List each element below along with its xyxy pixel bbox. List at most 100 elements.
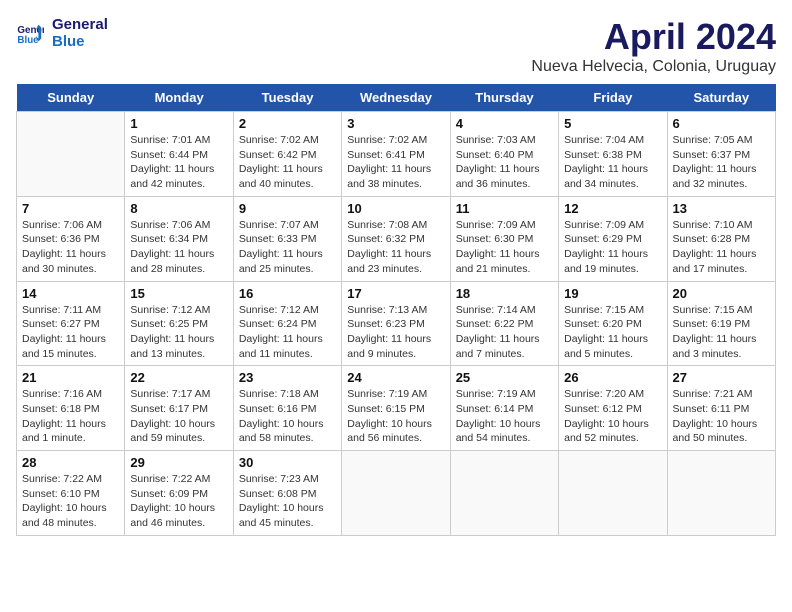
- day-cell: 18 Sunrise: 7:14 AM Sunset: 6:22 PM Dayli…: [450, 281, 558, 366]
- day-info: Sunrise: 7:19 AM Sunset: 6:14 PM Dayligh…: [456, 387, 553, 446]
- day-info: Sunrise: 7:09 AM Sunset: 6:29 PM Dayligh…: [564, 218, 661, 277]
- day-cell: 3 Sunrise: 7:02 AM Sunset: 6:41 PM Daylig…: [342, 112, 450, 197]
- day-number: 21: [22, 370, 119, 385]
- calendar-table: SundayMondayTuesdayWednesdayThursdayFrid…: [16, 84, 776, 536]
- day-number: 2: [239, 116, 336, 131]
- day-info: Sunrise: 7:15 AM Sunset: 6:19 PM Dayligh…: [673, 303, 770, 362]
- day-info: Sunrise: 7:18 AM Sunset: 6:16 PM Dayligh…: [239, 387, 336, 446]
- logo-line2: Blue: [52, 33, 108, 50]
- logo-line1: General: [52, 16, 108, 33]
- day-info: Sunrise: 7:20 AM Sunset: 6:12 PM Dayligh…: [564, 387, 661, 446]
- day-cell: 25 Sunrise: 7:19 AM Sunset: 6:14 PM Dayli…: [450, 366, 558, 451]
- day-cell: 6 Sunrise: 7:05 AM Sunset: 6:37 PM Daylig…: [667, 112, 775, 197]
- day-number: 23: [239, 370, 336, 385]
- day-info: Sunrise: 7:02 AM Sunset: 6:42 PM Dayligh…: [239, 133, 336, 192]
- day-number: 18: [456, 286, 553, 301]
- day-info: Sunrise: 7:01 AM Sunset: 6:44 PM Dayligh…: [130, 133, 227, 192]
- day-info: Sunrise: 7:09 AM Sunset: 6:30 PM Dayligh…: [456, 218, 553, 277]
- day-cell: 24 Sunrise: 7:19 AM Sunset: 6:15 PM Dayli…: [342, 366, 450, 451]
- day-number: 6: [673, 116, 770, 131]
- day-cell: 20Sunrise: 7:15 AM Sunset: 6:19 PM Dayli…: [667, 281, 775, 366]
- day-cell: 5 Sunrise: 7:04 AM Sunset: 6:38 PM Daylig…: [559, 112, 667, 197]
- day-info: Sunrise: 7:22 AM Sunset: 6:10 PM Dayligh…: [22, 472, 119, 531]
- day-info: Sunrise: 7:22 AM Sunset: 6:09 PM Dayligh…: [130, 472, 227, 531]
- day-cell: 7 Sunrise: 7:06 AM Sunset: 6:36 PM Daylig…: [17, 196, 125, 281]
- day-number: 9: [239, 201, 336, 216]
- day-cell: 14 Sunrise: 7:11 AM Sunset: 6:27 PM Dayli…: [17, 281, 125, 366]
- day-cell: 15 Sunrise: 7:12 AM Sunset: 6:25 PM Dayli…: [125, 281, 233, 366]
- day-cell: 11Sunrise: 7:09 AM Sunset: 6:30 PM Dayli…: [450, 196, 558, 281]
- day-number: 3: [347, 116, 444, 131]
- day-cell: 2 Sunrise: 7:02 AM Sunset: 6:42 PM Daylig…: [233, 112, 341, 197]
- column-header-sunday: Sunday: [17, 84, 125, 112]
- day-number: 19: [564, 286, 661, 301]
- day-cell: 27 Sunrise: 7:21 AM Sunset: 6:11 PM Dayli…: [667, 366, 775, 451]
- column-header-thursday: Thursday: [450, 84, 558, 112]
- week-row-4: 21 Sunrise: 7:16 AM Sunset: 6:18 PM Dayli…: [17, 366, 776, 451]
- day-info: Sunrise: 7:11 AM Sunset: 6:27 PM Dayligh…: [22, 303, 119, 362]
- column-header-saturday: Saturday: [667, 84, 775, 112]
- day-number: 16: [239, 286, 336, 301]
- day-number: 27: [673, 370, 770, 385]
- day-info: Sunrise: 7:14 AM Sunset: 6:22 PM Dayligh…: [456, 303, 553, 362]
- day-info: Sunrise: 7:04 AM Sunset: 6:38 PM Dayligh…: [564, 133, 661, 192]
- day-number: 25: [456, 370, 553, 385]
- day-number: 26: [564, 370, 661, 385]
- day-number: 13: [673, 201, 770, 216]
- day-cell: 26 Sunrise: 7:20 AM Sunset: 6:12 PM Dayli…: [559, 366, 667, 451]
- day-cell: 16 Sunrise: 7:12 AM Sunset: 6:24 PM Dayli…: [233, 281, 341, 366]
- day-cell: 4 Sunrise: 7:03 AM Sunset: 6:40 PM Daylig…: [450, 112, 558, 197]
- day-info: Sunrise: 7:06 AM Sunset: 6:34 PM Dayligh…: [130, 218, 227, 277]
- day-cell: 28Sunrise: 7:22 AM Sunset: 6:10 PM Dayli…: [17, 451, 125, 536]
- day-number: 17: [347, 286, 444, 301]
- day-number: 22: [130, 370, 227, 385]
- calendar-subtitle: Nueva Helvecia, Colonia, Uruguay: [531, 58, 776, 76]
- day-info: Sunrise: 7:03 AM Sunset: 6:40 PM Dayligh…: [456, 133, 553, 192]
- day-info: Sunrise: 7:23 AM Sunset: 6:08 PM Dayligh…: [239, 472, 336, 531]
- day-cell: 10Sunrise: 7:08 AM Sunset: 6:32 PM Dayli…: [342, 196, 450, 281]
- page-header: General Blue General Blue April 2024 Nue…: [16, 16, 776, 76]
- day-number: 15: [130, 286, 227, 301]
- day-info: Sunrise: 7:17 AM Sunset: 6:17 PM Dayligh…: [130, 387, 227, 446]
- day-info: Sunrise: 7:12 AM Sunset: 6:24 PM Dayligh…: [239, 303, 336, 362]
- day-cell: 1 Sunrise: 7:01 AM Sunset: 6:44 PM Daylig…: [125, 112, 233, 197]
- day-cell: 17 Sunrise: 7:13 AM Sunset: 6:23 PM Dayli…: [342, 281, 450, 366]
- day-cell: 21 Sunrise: 7:16 AM Sunset: 6:18 PM Dayli…: [17, 366, 125, 451]
- day-number: 8: [130, 201, 227, 216]
- day-number: 30: [239, 455, 336, 470]
- calendar-title: April 2024: [531, 16, 776, 58]
- column-header-friday: Friday: [559, 84, 667, 112]
- title-area: April 2024 Nueva Helvecia, Colonia, Urug…: [531, 16, 776, 76]
- day-number: 24: [347, 370, 444, 385]
- day-number: 7: [22, 201, 119, 216]
- column-header-tuesday: Tuesday: [233, 84, 341, 112]
- svg-text:Blue: Blue: [17, 35, 39, 46]
- day-number: 1: [130, 116, 227, 131]
- day-info: Sunrise: 7:07 AM Sunset: 6:33 PM Dayligh…: [239, 218, 336, 277]
- day-info: Sunrise: 7:13 AM Sunset: 6:23 PM Dayligh…: [347, 303, 444, 362]
- week-row-1: 1 Sunrise: 7:01 AM Sunset: 6:44 PM Daylig…: [17, 112, 776, 197]
- day-cell: 9 Sunrise: 7:07 AM Sunset: 6:33 PM Daylig…: [233, 196, 341, 281]
- day-cell: [559, 451, 667, 536]
- day-cell: [667, 451, 775, 536]
- day-info: Sunrise: 7:06 AM Sunset: 6:36 PM Dayligh…: [22, 218, 119, 277]
- day-info: Sunrise: 7:19 AM Sunset: 6:15 PM Dayligh…: [347, 387, 444, 446]
- column-header-wednesday: Wednesday: [342, 84, 450, 112]
- day-cell: 30 Sunrise: 7:23 AM Sunset: 6:08 PM Dayli…: [233, 451, 341, 536]
- day-cell: [450, 451, 558, 536]
- day-number: 5: [564, 116, 661, 131]
- day-info: Sunrise: 7:05 AM Sunset: 6:37 PM Dayligh…: [673, 133, 770, 192]
- day-info: Sunrise: 7:16 AM Sunset: 6:18 PM Dayligh…: [22, 387, 119, 446]
- week-row-3: 14 Sunrise: 7:11 AM Sunset: 6:27 PM Dayli…: [17, 281, 776, 366]
- day-info: Sunrise: 7:10 AM Sunset: 6:28 PM Dayligh…: [673, 218, 770, 277]
- day-info: Sunrise: 7:21 AM Sunset: 6:11 PM Dayligh…: [673, 387, 770, 446]
- day-cell: 29 Sunrise: 7:22 AM Sunset: 6:09 PM Dayli…: [125, 451, 233, 536]
- day-info: Sunrise: 7:02 AM Sunset: 6:41 PM Dayligh…: [347, 133, 444, 192]
- day-info: Sunrise: 7:15 AM Sunset: 6:20 PM Dayligh…: [564, 303, 661, 362]
- day-number: 29: [130, 455, 227, 470]
- day-number: 4: [456, 116, 553, 131]
- day-info: Sunrise: 7:08 AM Sunset: 6:32 PM Dayligh…: [347, 218, 444, 277]
- week-row-2: 7 Sunrise: 7:06 AM Sunset: 6:36 PM Daylig…: [17, 196, 776, 281]
- day-info: Sunrise: 7:12 AM Sunset: 6:25 PM Dayligh…: [130, 303, 227, 362]
- day-number: 14: [22, 286, 119, 301]
